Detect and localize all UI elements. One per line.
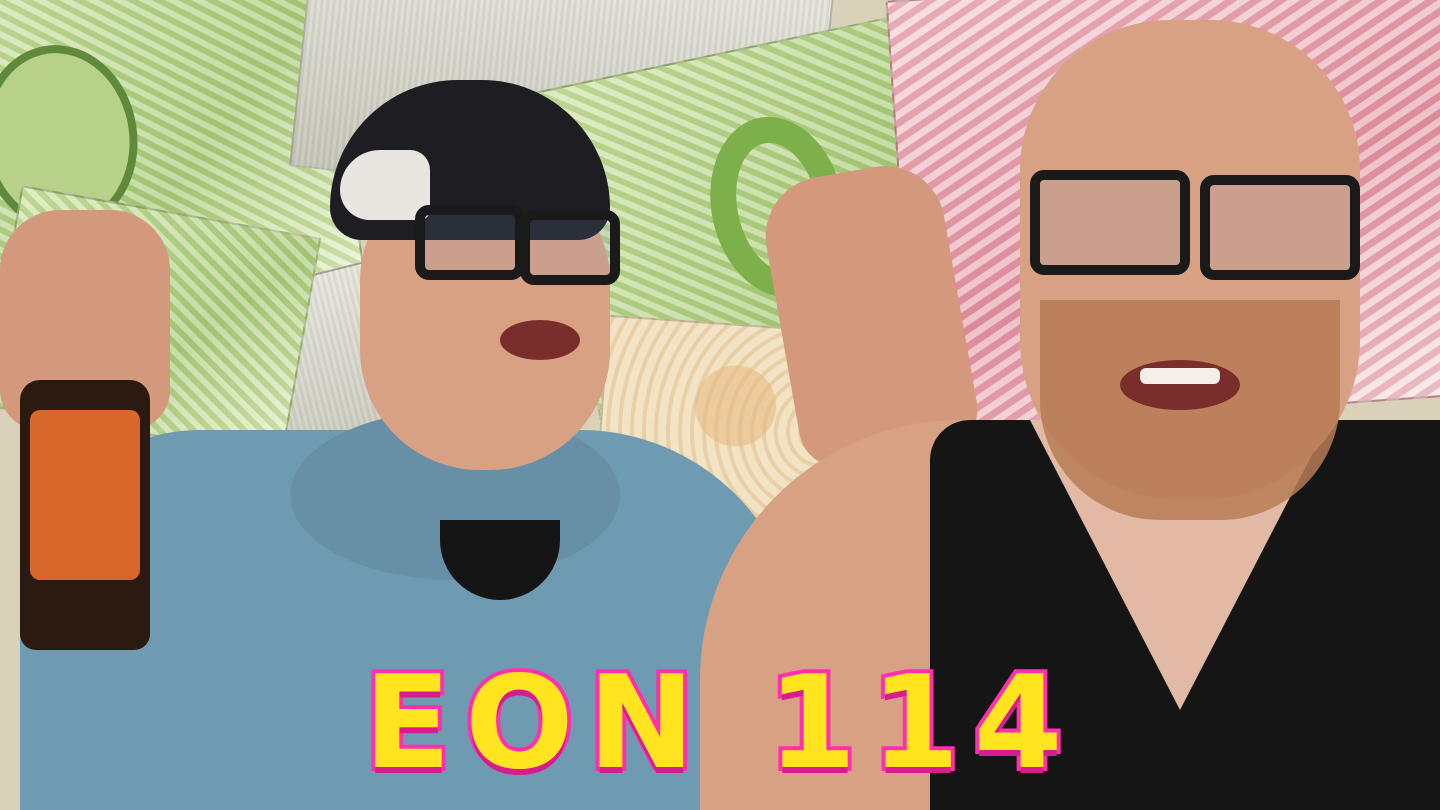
beer-bottle <box>20 380 150 650</box>
teeth <box>1140 368 1220 384</box>
left-glasses-lens-2 <box>520 210 620 285</box>
episode-title: EON 114 <box>359 649 1077 798</box>
right-glasses-lens-1 <box>1030 170 1190 275</box>
beard <box>1040 300 1340 520</box>
thumbnail-scene: EON 114 <box>0 0 1440 810</box>
left-open-mouth <box>500 320 580 360</box>
bottle-label <box>30 410 140 580</box>
right-glasses-lens-2 <box>1200 175 1360 280</box>
cap-front-panel <box>340 150 430 220</box>
left-glasses-lens-1 <box>415 205 525 280</box>
right-mouth <box>1120 360 1240 410</box>
